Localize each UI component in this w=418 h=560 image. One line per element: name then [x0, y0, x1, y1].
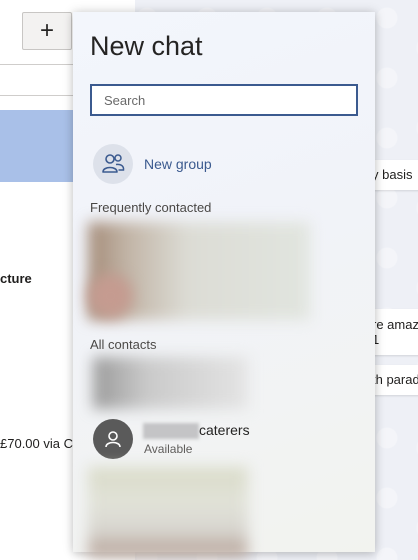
selected-list-item[interactable]	[0, 110, 80, 182]
contact-status: Available	[144, 442, 193, 456]
frequently-contacted-heading: Frequently contacted	[90, 200, 212, 215]
panel-title: New chat	[90, 31, 203, 61]
contact-name: caterers	[199, 422, 250, 438]
contact-row[interactable]: caterers Available	[93, 417, 363, 463]
list-item-title: cture	[0, 271, 32, 286]
chat-message: y basis	[368, 160, 418, 190]
new-chat-panel: New chat New group Frequently contacted …	[73, 12, 375, 557]
chat-message: re amaz 1	[368, 309, 418, 355]
divider	[0, 64, 80, 65]
add-button[interactable]: +	[22, 12, 72, 50]
all-contacts-heading: All contacts	[90, 337, 157, 352]
contact-avatar	[88, 274, 133, 318]
chat-message: th parad	[368, 365, 418, 395]
divider	[0, 95, 80, 96]
new-group-button[interactable]: New group	[93, 144, 212, 184]
contact-row[interactable]	[88, 467, 248, 557]
search-input[interactable]	[90, 84, 358, 116]
people-icon	[93, 144, 133, 184]
new-group-label: New group	[144, 156, 212, 172]
redacted-name	[143, 423, 199, 439]
person-icon	[93, 419, 133, 459]
contact-row[interactable]	[93, 357, 248, 409]
plus-icon: +	[39, 17, 54, 44]
price-text: £70.00 via CF	[0, 436, 81, 451]
